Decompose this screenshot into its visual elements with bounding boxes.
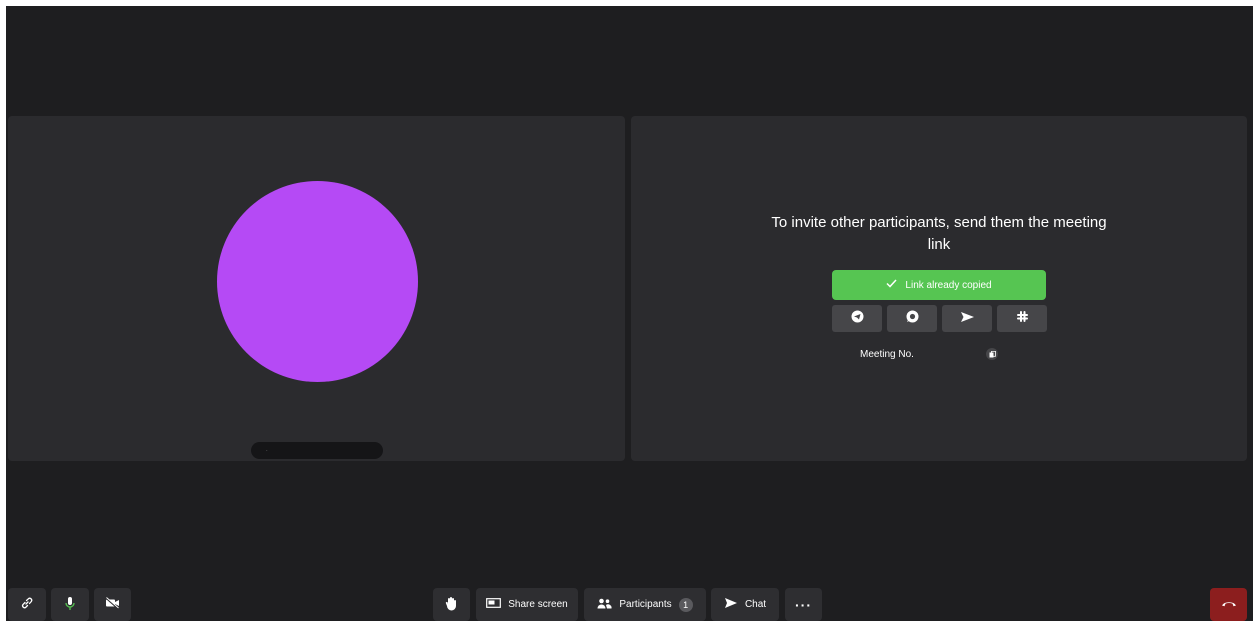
hang-up-button[interactable] xyxy=(1210,588,1247,621)
participant-name-plate: . xyxy=(251,442,383,459)
invite-panel: To invite other participants, send them … xyxy=(631,116,1247,461)
raise-hand-button[interactable] xyxy=(433,588,470,621)
copy-link-button[interactable]: Link already copied xyxy=(832,270,1046,300)
meeting-number-label: Meeting No. xyxy=(860,349,914,360)
send-icon xyxy=(960,310,975,328)
link-icon xyxy=(20,596,34,613)
participants-label: Participants xyxy=(619,599,672,610)
camera-off-icon xyxy=(105,597,120,612)
check-icon xyxy=(886,279,897,291)
toolbar: Share screen Participants 1 Chat ··· xyxy=(6,588,1253,621)
copy-meeting-number-button[interactable] xyxy=(986,348,998,360)
participants-icon xyxy=(597,598,612,612)
share-slack-button[interactable] xyxy=(997,305,1047,332)
more-icon: ··· xyxy=(795,596,812,613)
share-screen-button[interactable]: Share screen xyxy=(476,588,578,621)
participant-tile: . xyxy=(8,116,625,461)
whatsapp-icon xyxy=(906,310,919,328)
copy-link-toolbar-button[interactable] xyxy=(8,588,46,621)
phone-hangup-icon xyxy=(1221,599,1237,610)
share-buttons xyxy=(832,305,1047,332)
more-options-button[interactable]: ··· xyxy=(785,588,822,621)
copy-link-label: Link already copied xyxy=(905,279,992,291)
share-screen-label: Share screen xyxy=(508,599,568,610)
meeting-window: . To invite other participants, send the… xyxy=(6,6,1253,621)
participants-button[interactable]: Participants 1 xyxy=(584,588,706,621)
share-telegram-button[interactable] xyxy=(832,305,882,332)
avatar xyxy=(217,181,418,382)
chat-label: Chat xyxy=(744,599,767,610)
participants-count-badge: 1 xyxy=(678,597,693,612)
hand-icon xyxy=(445,596,458,614)
chat-button[interactable]: Chat xyxy=(711,588,779,621)
share-send-button[interactable] xyxy=(942,305,992,332)
send-icon xyxy=(724,597,738,612)
microphone-icon xyxy=(64,596,76,614)
slack-icon xyxy=(1016,310,1029,328)
share-whatsapp-button[interactable] xyxy=(887,305,937,332)
invite-title: To invite other participants, send them … xyxy=(771,214,1107,253)
copy-icon xyxy=(989,345,996,363)
microphone-button[interactable] xyxy=(51,588,89,621)
screen-share-icon xyxy=(486,597,502,612)
telegram-icon xyxy=(851,310,864,328)
camera-button[interactable] xyxy=(94,588,131,621)
